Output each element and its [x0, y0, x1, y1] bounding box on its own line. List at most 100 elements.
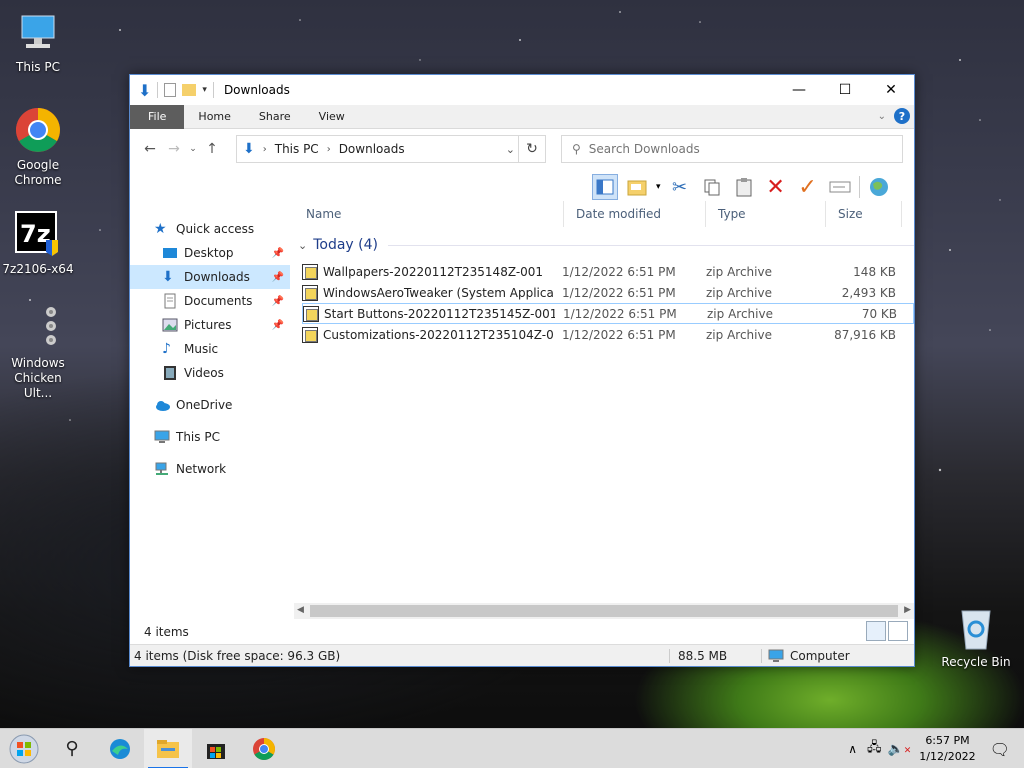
taskbar-edge[interactable] [96, 729, 144, 768]
details-view-button[interactable] [866, 621, 886, 641]
chevron-right-icon[interactable]: › [327, 144, 331, 155]
maximize-button[interactable]: ☐ [822, 75, 868, 105]
preview-pane-button[interactable] [592, 174, 618, 200]
copy-icon[interactable] [699, 174, 725, 200]
globe-icon[interactable] [866, 174, 892, 200]
address-bar[interactable]: ⬇ › This PC › Downloads ⌄ [236, 135, 546, 163]
close-button[interactable]: ✕ [868, 75, 914, 105]
star-icon: ★ [154, 221, 167, 237]
scrollbar-thumb[interactable] [310, 605, 898, 617]
tab-view[interactable]: View [305, 105, 359, 129]
status-summary: 4 items (Disk free space: 96.3 GB) [130, 648, 670, 663]
new-folder-icon[interactable] [182, 84, 197, 96]
nav-network[interactable]: Network [130, 457, 290, 481]
taskbar: ⚲ ∧ 🖧 🔈✕ 6:57 PM 1/12/2022 🗨 [0, 728, 1024, 768]
rename-icon[interactable] [827, 174, 853, 200]
zip-icon [302, 326, 318, 343]
large-icons-view-button[interactable] [888, 621, 908, 641]
videos-icon [162, 365, 178, 381]
address-dropdown-icon[interactable]: ⌄ [506, 143, 515, 156]
tab-share[interactable]: Share [245, 105, 305, 129]
show-hidden-icons-icon[interactable]: ∧ [848, 742, 857, 756]
notifications-icon[interactable]: 🗨 [990, 740, 1010, 759]
downloads-icon: ⬇ [243, 141, 255, 157]
help-icon[interactable]: ? [894, 108, 910, 124]
system-tray: ∧ 🖧 🔈✕ 6:57 PM 1/12/2022 🗨 [848, 729, 1024, 768]
search-box[interactable]: ⚲ [561, 135, 903, 163]
status-bar: 4 items (Disk free space: 96.3 GB) 88.5 … [130, 644, 914, 666]
taskbar-file-explorer[interactable] [144, 728, 192, 768]
desktop-icon-recycle-bin[interactable]: Recycle Bin [938, 603, 1014, 669]
store-icon [207, 743, 225, 759]
desktop-icon-windows-chicken[interactable]: Windows Chicken Ult... [0, 304, 76, 401]
music-icon: ♪ [162, 341, 171, 357]
scroll-left-icon[interactable]: ◀ [297, 605, 304, 615]
chicken-app-icon [14, 304, 62, 352]
desktop-icon-this-pc[interactable]: This PC [0, 8, 76, 75]
nav-quick-access[interactable]: ★ Quick access [130, 217, 290, 241]
pin-icon[interactable]: 📌 [272, 248, 284, 259]
tab-file[interactable]: File [130, 104, 185, 129]
chevron-down-icon: ⌄ [298, 238, 308, 252]
chevron-right-icon[interactable]: › [263, 144, 267, 155]
file-row[interactable]: Customizations-20220112T235104Z-001 1/12… [302, 324, 914, 345]
desktop-icon-google-chrome[interactable]: Google Chrome [0, 106, 76, 188]
search-icon: ⚲ [65, 738, 79, 759]
file-row[interactable]: Wallpapers-20220112T235148Z-001 1/12/202… [302, 261, 914, 282]
volume-muted-icon[interactable]: 🔈✕ [888, 742, 912, 757]
paste-icon[interactable] [731, 174, 757, 200]
search-input[interactable] [588, 142, 869, 156]
dropdown-icon[interactable]: ▾ [656, 182, 661, 192]
tab-home[interactable]: Home [184, 105, 244, 129]
back-button[interactable]: ← [138, 141, 162, 157]
7zip-icon: 7z [14, 210, 62, 258]
column-type[interactable]: Type [706, 201, 826, 227]
file-row[interactable]: Start Buttons-20220112T235145Z-001 1/12/… [302, 303, 914, 324]
forward-button[interactable]: → [162, 141, 186, 157]
search-icon: ⚲ [572, 142, 581, 156]
new-folder-button[interactable] [624, 174, 650, 200]
this-pc-icon [14, 8, 62, 56]
nav-item-pictures[interactable]: Pictures 📌 [130, 313, 290, 337]
nav-item-documents[interactable]: Documents 📌 [130, 289, 290, 313]
nav-item-music[interactable]: ♪ Music [130, 337, 290, 361]
pin-icon[interactable]: 📌 [272, 296, 284, 307]
status-size: 88.5 MB [670, 648, 762, 663]
delete-icon[interactable]: ✕ [763, 174, 789, 200]
nav-this-pc[interactable]: This PC [130, 425, 290, 449]
column-headers: Name Date modified Type Size [294, 201, 914, 227]
start-button[interactable] [0, 729, 48, 768]
network-icon[interactable]: 🖧 [867, 738, 882, 760]
recent-locations-dropdown[interactable]: ⌄ [186, 144, 200, 154]
refresh-button[interactable]: ↻ [518, 135, 546, 163]
nav-item-videos[interactable]: Videos [130, 361, 290, 385]
nav-onedrive[interactable]: OneDrive [130, 393, 290, 417]
column-size[interactable]: Size [826, 201, 902, 227]
horizontal-scrollbar[interactable]: ◀ ▶ [294, 603, 914, 619]
pin-icon[interactable]: 📌 [272, 272, 284, 283]
cut-icon[interactable]: ✂ [667, 174, 693, 200]
taskbar-chrome[interactable] [240, 729, 288, 768]
clock[interactable]: 6:57 PM 1/12/2022 [919, 733, 975, 765]
breadcrumb-this-pc[interactable]: This PC [275, 142, 319, 156]
file-row[interactable]: WindowsAeroTweaker (System Applicati... … [302, 282, 914, 303]
group-header-today[interactable]: ⌄ Today (4) [294, 235, 914, 255]
checkmark-icon[interactable]: ✓ [795, 174, 821, 200]
scroll-right-icon[interactable]: ▶ [904, 605, 911, 615]
properties-icon[interactable] [164, 83, 177, 97]
customize-qa-dropdown[interactable]: ▾ [202, 85, 207, 95]
breadcrumb-downloads[interactable]: Downloads [339, 142, 405, 156]
expand-ribbon-icon[interactable]: ⌄ [878, 111, 886, 122]
search-button[interactable]: ⚲ [48, 729, 96, 768]
column-name[interactable]: Name [294, 201, 564, 227]
pin-icon[interactable]: 📌 [272, 320, 284, 331]
nav-item-downloads[interactable]: ⬇ Downloads 📌 [130, 265, 290, 289]
desktop-icon-7zip[interactable]: 7z 7z2106-x64 [0, 210, 76, 277]
downloads-icon: ⬇ [162, 269, 174, 285]
nav-item-desktop[interactable]: Desktop 📌 [130, 241, 290, 265]
taskbar-store[interactable] [192, 729, 240, 768]
up-button[interactable]: ↑ [200, 141, 224, 157]
recycle-bin-icon [952, 603, 1000, 651]
column-date-modified[interactable]: Date modified [564, 201, 706, 227]
minimize-button[interactable]: — [776, 75, 822, 105]
